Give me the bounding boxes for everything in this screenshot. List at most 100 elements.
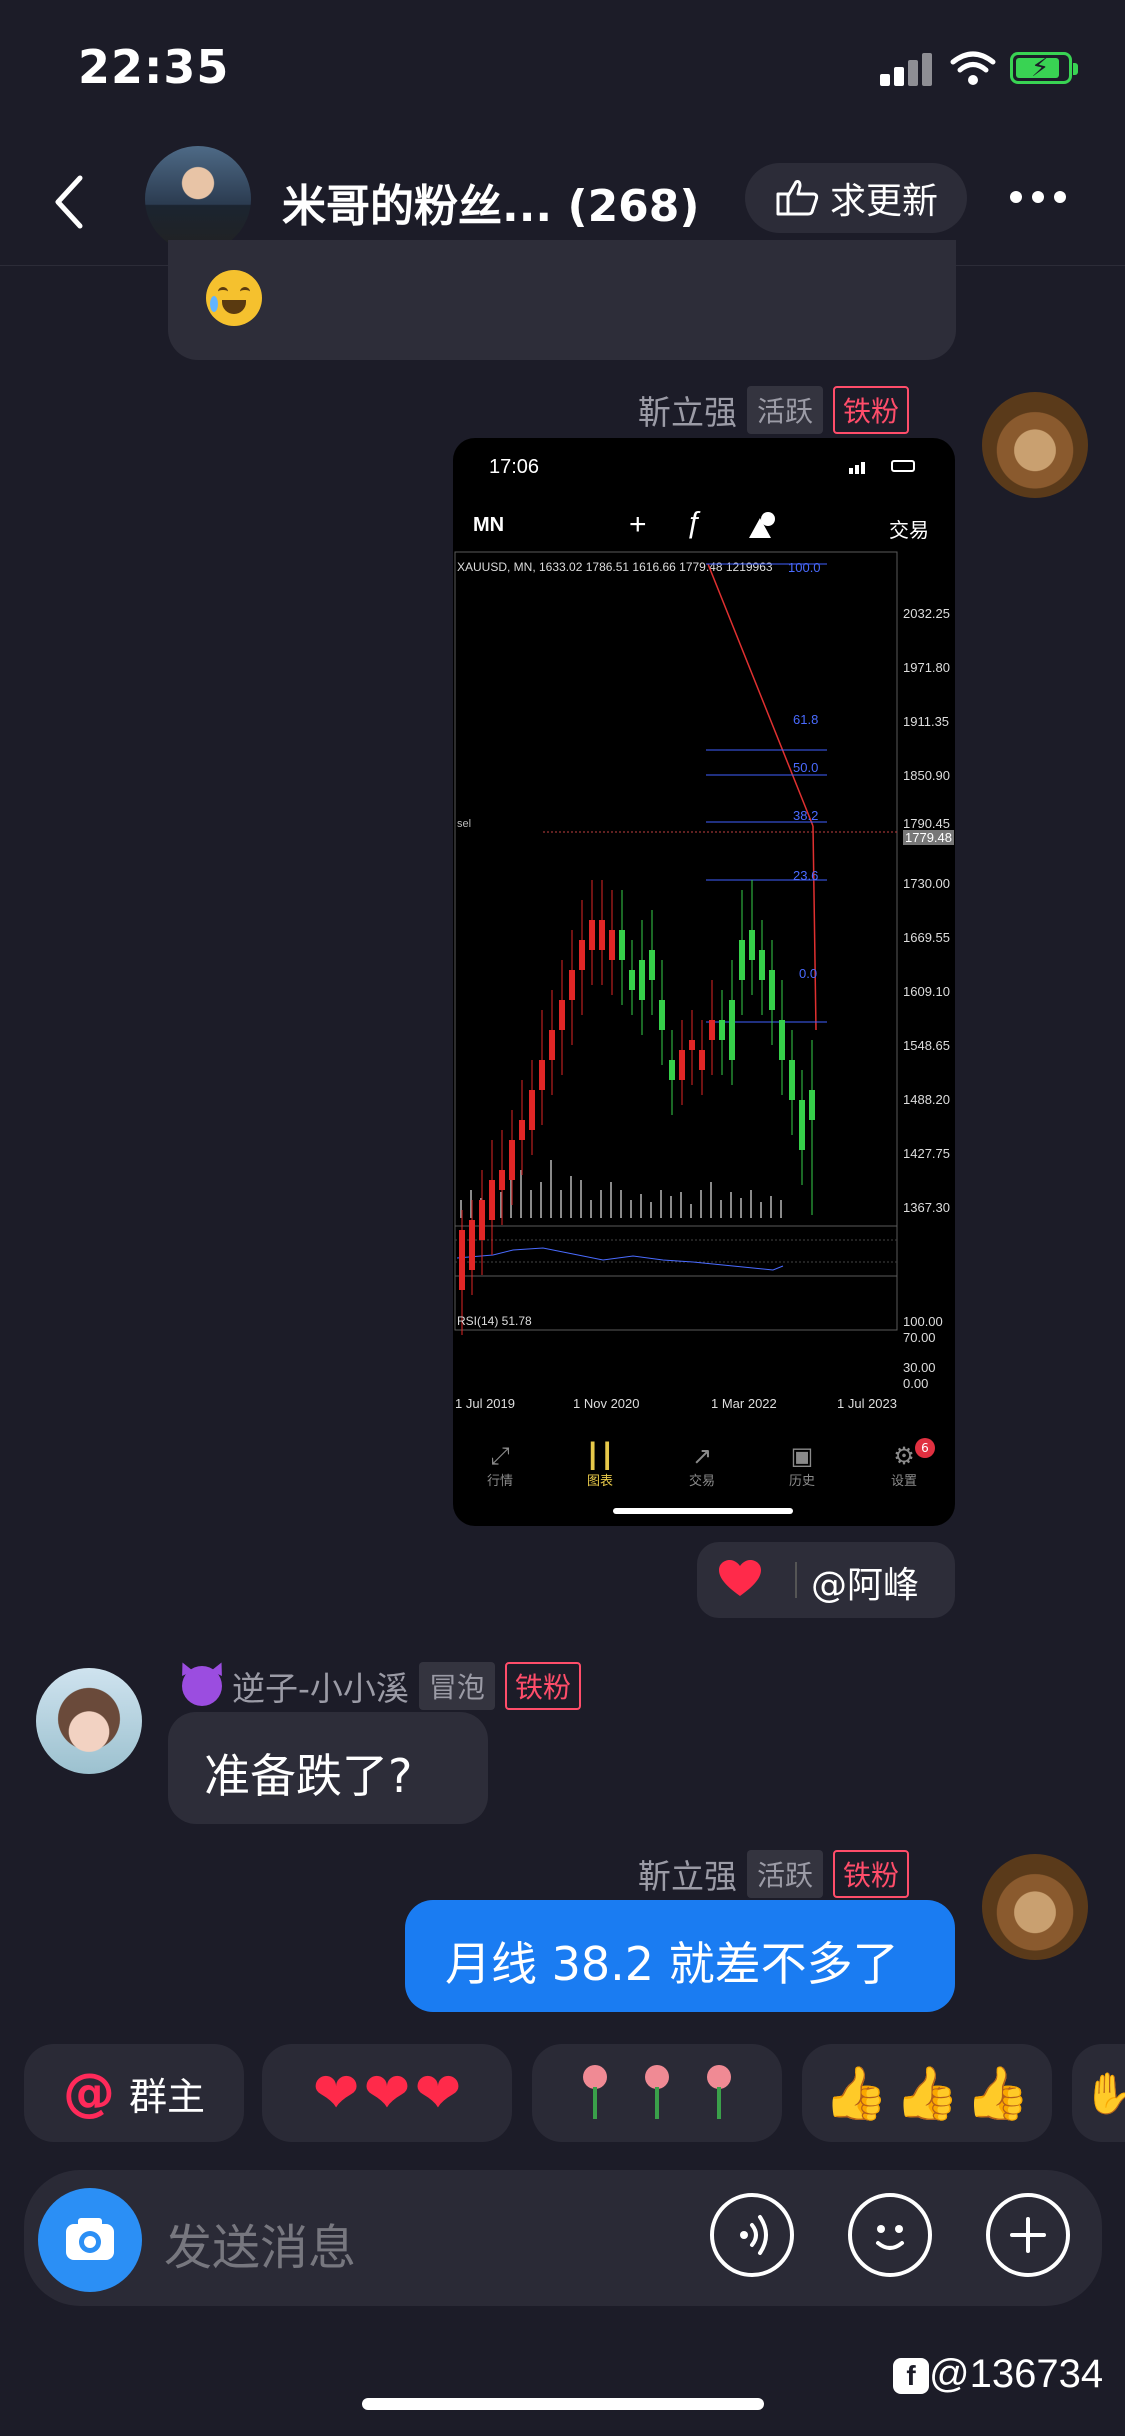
price-tick: 1669.55 [903,930,950,945]
fib-level: 100.0 [788,560,821,575]
candle-body [759,950,765,980]
tab-quotes: ⤢ 行情 [465,1442,535,1489]
sender-info: 逆子-小小溪 冒泡 铁粉 [177,1660,581,1710]
avatar[interactable] [982,392,1088,498]
candle-body [619,930,625,960]
sender-name[interactable]: 靳立强 [638,1850,737,1898]
trade-icon: ↗ [691,1442,713,1470]
candle-body [719,1020,725,1040]
thumbs-up-emoji-icon: 👍 [823,2063,889,2124]
chart-screenshot-image[interactable]: 17:06 MN + ƒ 交易 XAUUSD, MN, 1633.02 1786… [453,438,955,1526]
message-bubble[interactable]: 准备跌了? [168,1712,488,1824]
avatar[interactable] [36,1668,142,1774]
price-tick: 1790.45 [903,816,950,831]
activity-tag: 活跃 [747,386,824,434]
reaction-bar[interactable]: @阿峰 [697,1542,955,1618]
screenshot-tab-bar: ⤢ 行情 ┃┃ 图表 ↗ 交易 ▣ 历史 ⚙ 设置 6 [453,1418,955,1498]
group-avatar[interactable] [145,146,251,252]
back-icon[interactable] [50,172,90,232]
crosshair-icon: + [629,508,647,541]
fib-level: 23.6 [793,868,819,883]
status-time: 22:35 [78,40,230,94]
smiley-icon [876,2225,904,2250]
more-options-icon[interactable] [1010,182,1070,212]
group-title[interactable]: 米哥的粉丝... (268) [282,170,700,234]
candle-body [599,920,605,950]
price-tick: 1427.75 [903,1146,950,1161]
rose-emoji-icon [640,2065,674,2121]
current-price-label: 1779.48 [903,830,954,845]
rose-emoji-icon [578,2065,612,2121]
voice-button[interactable] [710,2193,794,2277]
candle-body [579,940,585,970]
thumbs-up-emoji-icon: 👍 [894,2063,960,2124]
plus-button[interactable] [986,2193,1070,2277]
quick-reply-hearts[interactable]: ❤ ❤ ❤ [262,2044,512,2142]
message-text: 月线 38.2 就差不多了 [445,1937,899,1991]
tab-chart: ┃┃ 图表 [565,1442,635,1489]
reaction-divider [795,1562,797,1598]
sender-info: 靳立强 活跃 铁粉 [638,386,910,434]
candle-body [589,920,595,950]
candle-body [789,1060,795,1100]
candle-body [559,1000,565,1030]
price-tick: 1971.80 [903,660,950,675]
date-tick: 1 Jul 2019 [455,1396,515,1411]
rsi-tick: 70.00 [903,1330,936,1345]
screenshot-home-indicator [613,1508,793,1514]
request-update-button[interactable]: 求更新 [745,163,967,233]
candle-body [679,1050,685,1080]
watermark: f @136734 [893,2352,1103,2397]
plus-icon [1010,2217,1046,2253]
quick-reply-partial[interactable]: ✋ [1072,2044,1125,2142]
date-tick: 1 Nov 2020 [573,1396,640,1411]
price-tick: 1730.00 [903,876,950,891]
quick-reply-thumbs[interactable]: 👍 👍 👍 [802,2044,1052,2142]
sender-name[interactable]: 逆子-小小溪 [232,1662,409,1710]
date-tick: 1 Mar 2022 [711,1396,777,1411]
heart-emoji-icon: ❤ [312,2060,360,2126]
camera-icon [66,2218,114,2260]
request-update-label: 求更新 [829,181,938,222]
message-input[interactable]: 发送消息 [164,2208,356,2278]
quick-reply-roses[interactable] [532,2044,782,2142]
sender-name[interactable]: 靳立强 [638,386,737,434]
platform-logo-icon: f [893,2358,929,2395]
heart-icon [719,1560,761,1596]
indicator-icon: ƒ [685,506,702,539]
fib-level: 61.8 [793,712,819,727]
cellular-signal-icon [880,52,936,86]
price-tick: 1609.10 [903,984,950,999]
activity-tag: 冒泡 [418,1662,495,1710]
rsi-tick: 30.00 [903,1360,936,1375]
rose-emoji-icon [702,2065,736,2121]
price-tick: 1488.20 [903,1092,950,1107]
candle-body [489,1180,495,1220]
candle-body [459,1230,465,1290]
trade-label: 交易 [889,520,929,542]
tab-history: ▣ 历史 [767,1442,837,1489]
battery-charging-icon: ⚡ [1010,52,1078,84]
camera-button[interactable] [38,2188,142,2292]
price-tick: 1850.90 [903,768,950,783]
screenshot-status-icons [849,460,919,474]
quick-reply-at-owner[interactable]: @ 群主 [24,2044,244,2142]
home-indicator[interactable] [362,2398,764,2410]
candle-body [699,1050,705,1070]
candle-body [509,1140,515,1180]
emoji-button[interactable] [848,2193,932,2277]
activity-tag: 活跃 [747,1850,824,1898]
devil-emoji-icon [177,1660,227,1706]
reaction-mention[interactable]: @阿峰 [811,1556,919,1608]
heart-emoji-icon: ❤ [414,2060,462,2126]
watermark-id: @136734 [929,2352,1104,2396]
candle-body [539,1060,545,1090]
fib-level: 50.0 [793,760,819,775]
chart-period-button: MN [473,514,505,536]
candle-body [709,1020,715,1040]
previous-message-bubble[interactable] [168,240,956,360]
clap-emoji-icon: ✋ [1083,2070,1125,2117]
message-bubble[interactable]: 月线 38.2 就差不多了 [405,1900,955,2012]
avatar[interactable] [982,1854,1088,1960]
candle-body [749,930,755,960]
